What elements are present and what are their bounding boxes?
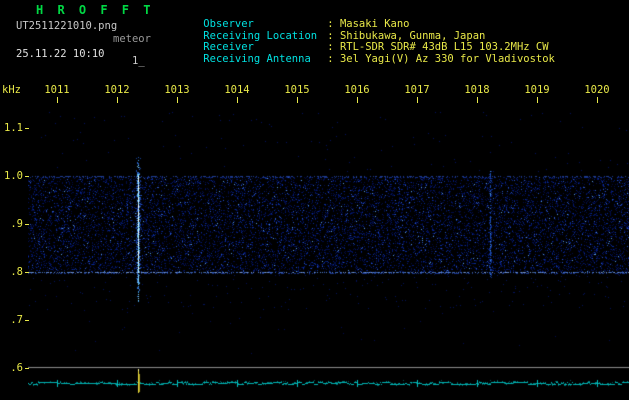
observation-datetime: 25.11.22 10:10 — [16, 48, 105, 60]
hrofft-screen: H R O F F T UT2511221010.png meteor 25.1… — [0, 0, 629, 400]
antenna-label: Receiving Antenna — [203, 52, 311, 65]
y-tick-label: .8 — [10, 266, 23, 278]
y-tick-mark — [25, 320, 29, 321]
y-tick-label: .6 — [10, 362, 23, 374]
x-tick-label: 1017 — [404, 84, 430, 96]
x-tick-mark — [117, 97, 118, 103]
spectrogram-canvas — [28, 104, 629, 396]
app-title: H R O F F T — [36, 3, 154, 17]
x-tick-mark — [357, 97, 358, 103]
x-tick-mark — [417, 97, 418, 103]
x-tick-mark — [57, 97, 58, 103]
x-tick-label: 1012 — [104, 84, 130, 96]
x-tick-mark — [597, 97, 598, 103]
x-tick-label: 1014 — [224, 84, 250, 96]
y-axis-unit-label: kHz — [2, 84, 21, 96]
observation-mode: meteor — [113, 33, 151, 45]
antenna-value: : 3el Yagi(V) Az 330 for Vladivostok — [327, 52, 555, 65]
y-tick-label: .9 — [10, 218, 23, 230]
x-tick-mark — [537, 97, 538, 103]
x-tick-label: 1019 — [524, 84, 550, 96]
x-tick-mark — [177, 97, 178, 103]
output-filename: UT2511221010.png — [16, 20, 118, 32]
header-row-antenna: Receiving Antenna : 3el Yagi(V) Az 330 fo… — [178, 41, 555, 77]
y-tick-mark — [25, 272, 29, 273]
y-tick-mark — [25, 128, 29, 129]
y-tick-mark — [25, 224, 29, 225]
y-tick-mark — [25, 176, 29, 177]
x-tick-label: 1015 — [284, 84, 310, 96]
y-tick-mark — [25, 368, 29, 369]
x-tick-mark — [297, 97, 298, 103]
x-tick-mark — [237, 97, 238, 103]
y-tick-label: 1.1 — [4, 122, 23, 134]
x-tick-label: 1013 — [164, 84, 190, 96]
y-tick-label: .7 — [10, 314, 23, 326]
x-tick-label: 1020 — [584, 84, 610, 96]
x-tick-mark — [477, 97, 478, 103]
y-tick-label: 1.0 — [4, 170, 23, 182]
x-tick-label: 1016 — [344, 84, 370, 96]
x-tick-label: 1011 — [44, 84, 70, 96]
echo-counter: 1_ — [132, 55, 145, 67]
x-tick-label: 1018 — [464, 84, 490, 96]
